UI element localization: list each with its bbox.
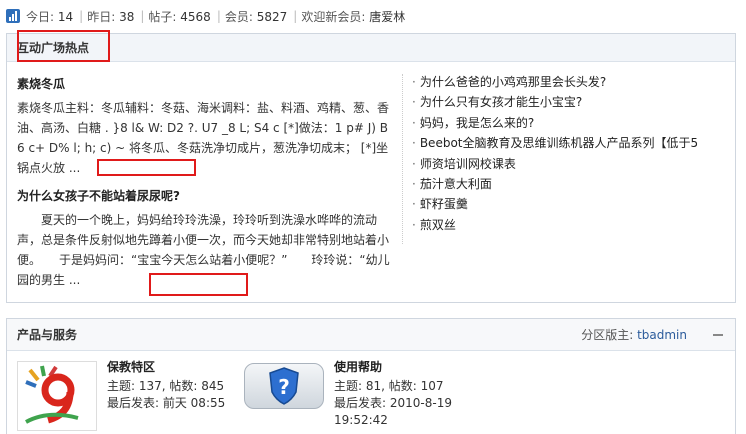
hot-link-item[interactable]: · 为什么只有女孩才能生小宝宝? xyxy=(412,92,732,112)
help-shield-icon[interactable]: ? xyxy=(244,363,324,409)
highlight-readmore-2 xyxy=(149,273,248,296)
hot-link-item[interactable]: · 茄汁意大利面 xyxy=(412,174,732,194)
forum-last-post: 最后发表: 前天 08:55 xyxy=(107,396,226,410)
products-title[interactable]: 产品与服务 xyxy=(17,326,77,343)
stat-posts: 帖子: 4568 xyxy=(148,9,211,24)
post-title[interactable]: 为什么女孩子不能站着尿尿呢? xyxy=(17,186,392,206)
hot-link-item[interactable]: · 为什么爸爸的小鸡鸡那里会长头发? xyxy=(412,72,732,92)
svg-text:?: ? xyxy=(278,375,290,399)
highlight-readmore-1 xyxy=(97,159,196,176)
stats-chart-icon xyxy=(6,9,20,23)
stat-welcome: 欢迎新会员: 唐爱林 xyxy=(301,9,406,24)
column-divider xyxy=(402,74,403,244)
hot-link-item[interactable]: · 师资培训网校课表 xyxy=(412,154,732,174)
hot-link-item[interactable]: · 煎双丝 xyxy=(412,215,732,235)
moderator-info: 分区版主: tbadmin xyxy=(581,328,687,342)
hot-link-item[interactable]: · Beebot全脑教育及思维训练机器人产品系列【低于5 xyxy=(412,133,732,153)
products-header: 产品与服务 分区版主: tbadmin xyxy=(7,319,735,351)
products-panel: 产品与服务 分区版主: tbadmin 保教特区 主题: 137, 帖数: 84… xyxy=(6,318,736,434)
forum-stats: 主题: 137, 帖数: 845 xyxy=(107,379,225,393)
collapse-icon[interactable] xyxy=(713,334,723,336)
highlight-title-box xyxy=(17,30,110,62)
hot-topics-header: 互动广场热点 xyxy=(7,34,735,62)
hot-link-item[interactable]: · 妈妈，我是怎么来的? xyxy=(412,113,732,133)
forum-stats-bar: 今日: 14 | 昨日: 38 | 帖子: 4568 | 会员: 5827 | … xyxy=(0,0,746,32)
stat-members: 会员: 5827 xyxy=(224,9,288,24)
featured-post-1: 素烧冬瓜 素烧冬瓜主料：冬瓜辅料：冬菇、海米调料：盐、料酒、鸡精、葱、香油、高汤… xyxy=(17,74,392,178)
post-title[interactable]: 素烧冬瓜 xyxy=(17,74,392,94)
post-excerpt: 素烧冬瓜主料：冬瓜辅料：冬菇、海米调料：盐、料酒、鸡精、葱、香油、高汤、白糖 .… xyxy=(17,101,390,175)
moderator-link[interactable]: tbadmin xyxy=(637,328,687,342)
new-member-link[interactable]: 唐爱林 xyxy=(369,10,405,24)
forum-name[interactable]: 使用帮助 xyxy=(334,359,484,376)
stat-today: 今日: 14 xyxy=(26,9,74,24)
forum-last-post-time: 19:52:42 xyxy=(334,413,388,427)
forum-name[interactable]: 保教特区 xyxy=(107,359,257,376)
nine-logo-icon[interactable] xyxy=(17,361,97,431)
forum-last-post: 最后发表: 2010-8-19 xyxy=(334,396,452,410)
stat-yesterday: 昨日: 38 xyxy=(87,9,135,24)
hot-topics-panel: 互动广场热点 素烧冬瓜 素烧冬瓜主料：冬瓜辅料：冬菇、海米调料：盐、料酒、鸡精、… xyxy=(6,30,736,303)
hot-links-list: · 为什么爸爸的小鸡鸡那里会长头发? · 为什么只有女孩才能生小宝宝? · 妈妈，我是… xyxy=(412,72,732,235)
forum-stats: 主题: 81, 帖数: 107 xyxy=(334,379,444,393)
hot-link-item[interactable]: · 虾籽蛋羹 xyxy=(412,194,732,214)
